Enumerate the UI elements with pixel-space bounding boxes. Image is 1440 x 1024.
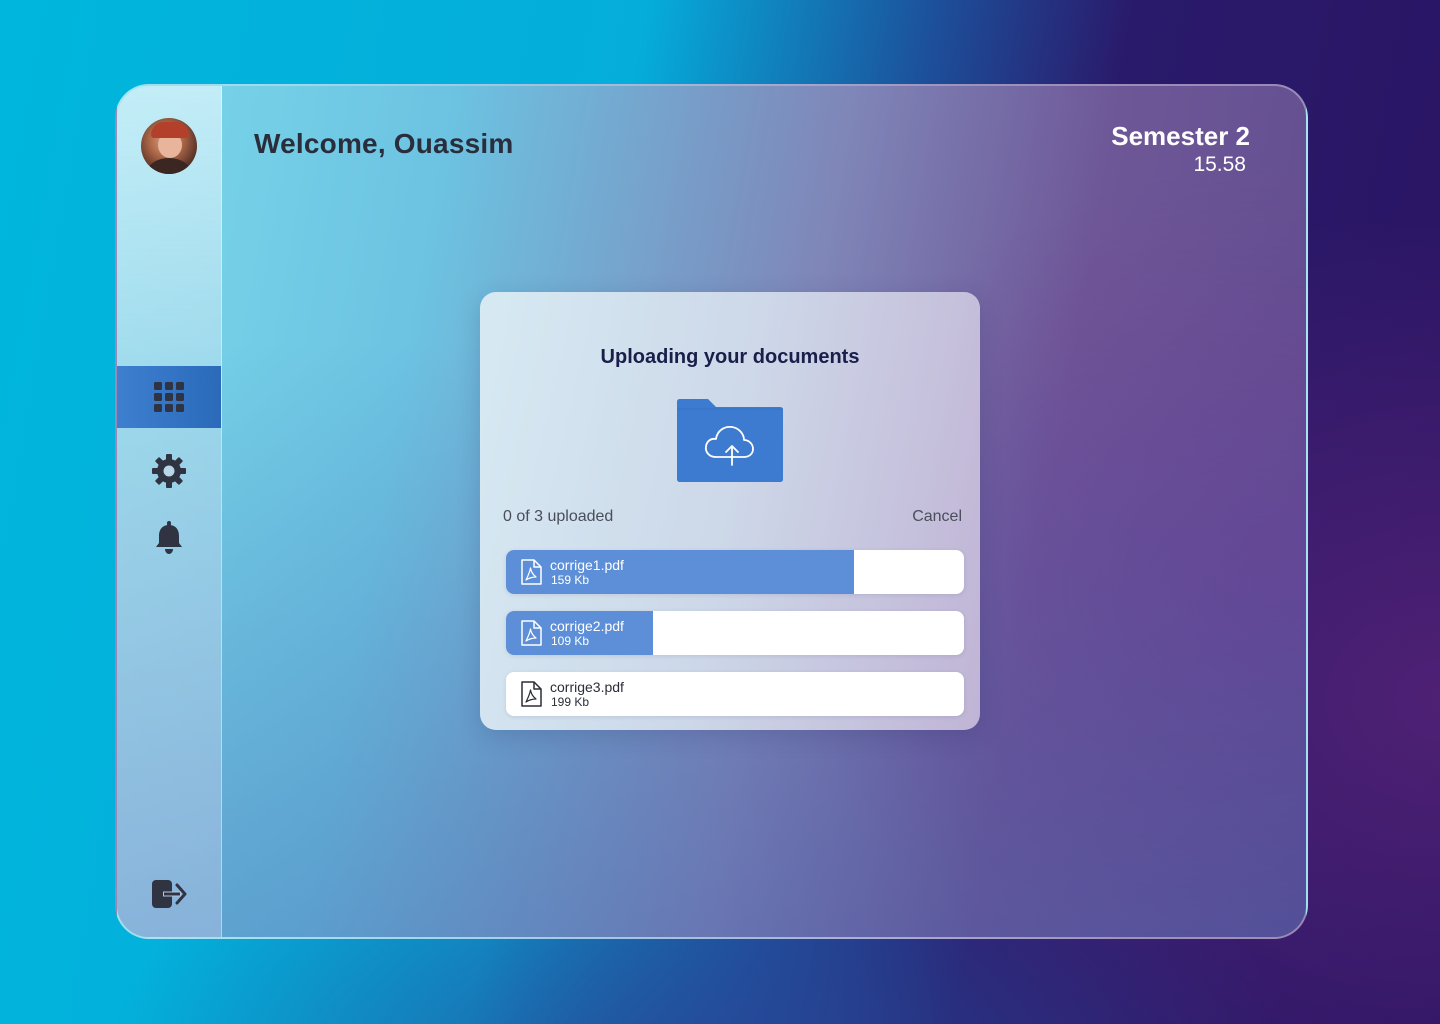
gear-icon bbox=[152, 454, 186, 488]
file-size: 159 Kb bbox=[551, 573, 590, 587]
avatar-hat bbox=[151, 122, 189, 138]
file-row[interactable]: corrige3.pdf 199 Kb bbox=[506, 672, 964, 716]
file-size: 109 Kb bbox=[551, 634, 590, 648]
grid-icon bbox=[154, 382, 184, 412]
welcome-heading: Welcome, Ouassim bbox=[254, 128, 514, 159]
file-name: corrige1.pdf bbox=[550, 557, 624, 573]
app-window: Welcome, Ouassim Semester 2 15.58 Upload… bbox=[115, 84, 1308, 939]
sidebar-item-settings[interactable] bbox=[117, 440, 221, 502]
file-row[interactable]: corrige2.pdf 109 Kb bbox=[506, 611, 964, 655]
folder-cloud-upload-icon bbox=[677, 399, 783, 482]
upload-dialog: Uploading your documents 0 of 3 uploaded… bbox=[480, 292, 980, 730]
file-row[interactable]: corrige1.pdf 159 Kb bbox=[506, 550, 964, 594]
file-size: 199 Kb bbox=[551, 695, 590, 709]
pdf-file-icon bbox=[521, 620, 542, 646]
avatar-body bbox=[147, 158, 191, 174]
upload-status-text: 0 of 3 uploaded bbox=[503, 508, 614, 525]
sidebar-item-notifications[interactable] bbox=[117, 507, 221, 569]
semester-score: 15.58 bbox=[1193, 153, 1246, 176]
file-name: corrige3.pdf bbox=[550, 679, 624, 695]
sidebar bbox=[117, 86, 222, 937]
pdf-file-icon bbox=[521, 681, 542, 707]
file-name: corrige2.pdf bbox=[550, 618, 624, 634]
semester-label: Semester 2 bbox=[1111, 121, 1250, 151]
logout-icon bbox=[152, 880, 187, 908]
pdf-file-icon bbox=[521, 559, 542, 585]
upload-dialog-title: Uploading your documents bbox=[600, 346, 860, 368]
bell-icon bbox=[156, 521, 182, 554]
avatar[interactable] bbox=[141, 118, 197, 174]
sidebar-item-dashboard[interactable] bbox=[117, 366, 221, 428]
cancel-button[interactable]: Cancel bbox=[912, 508, 962, 526]
semester-summary: Semester 2 15.58 bbox=[1111, 120, 1250, 178]
sidebar-item-logout[interactable] bbox=[117, 863, 221, 925]
